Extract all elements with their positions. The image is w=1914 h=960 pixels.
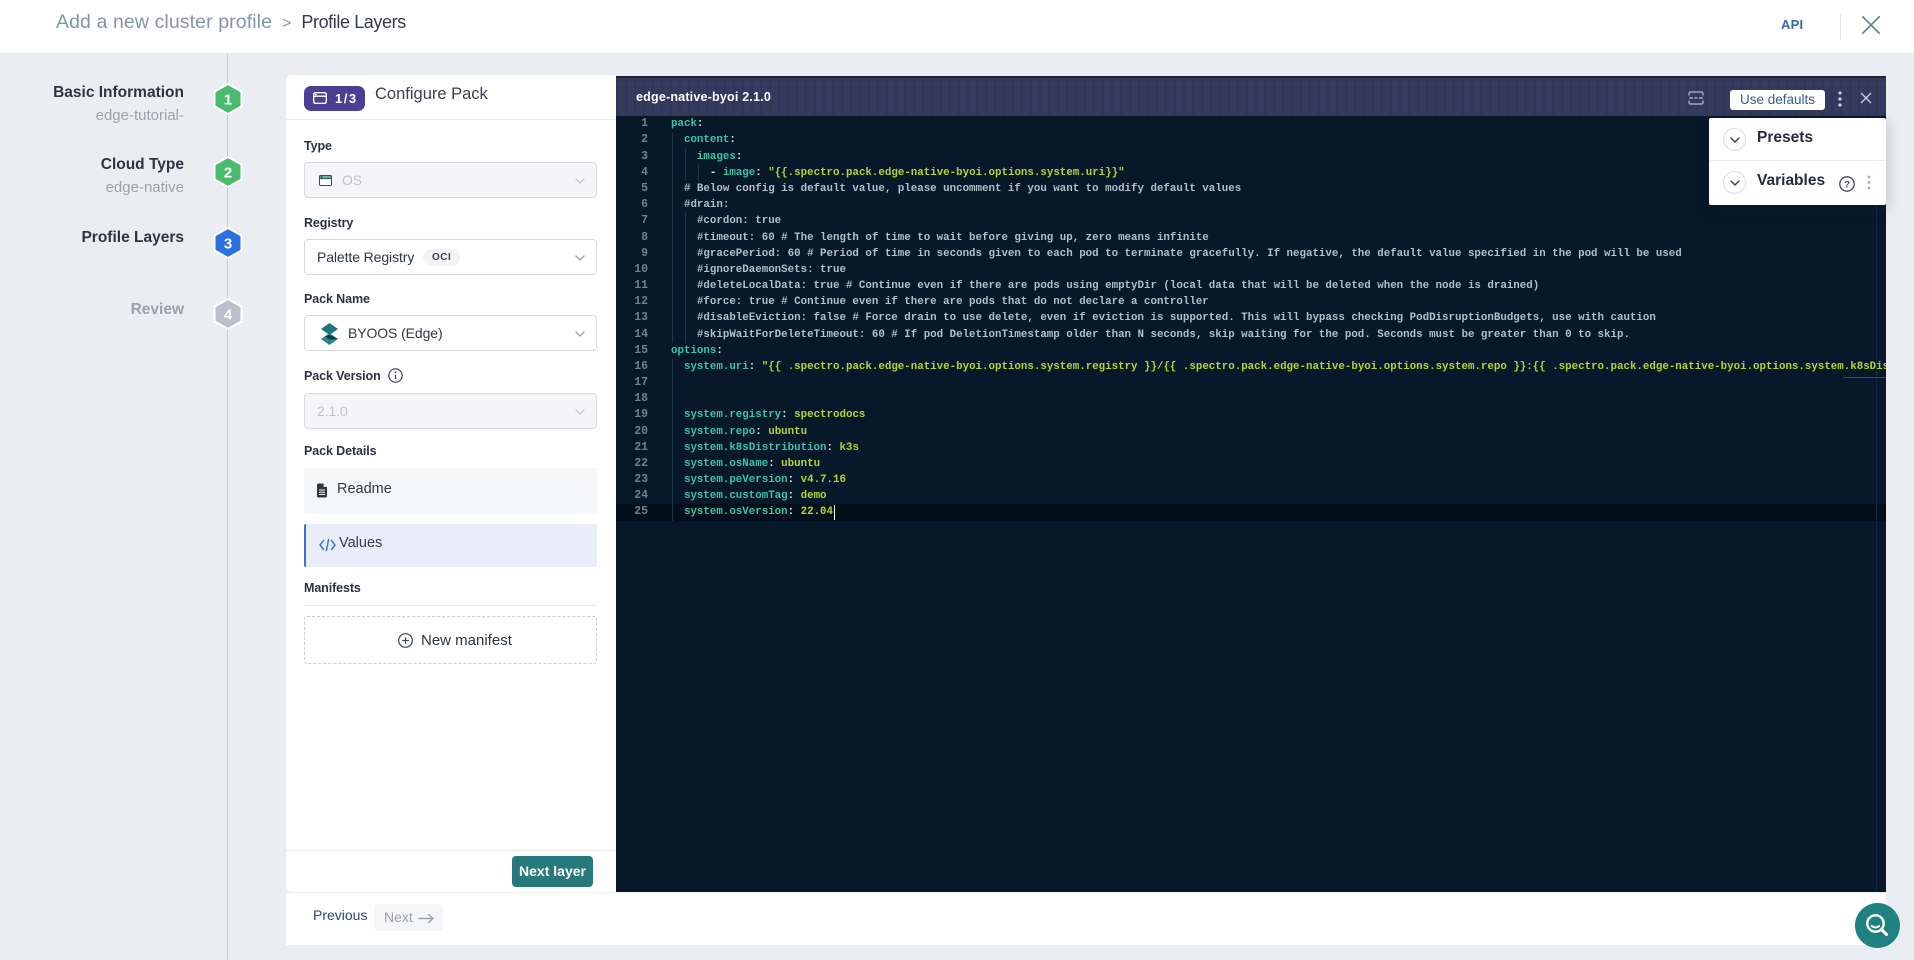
svg-text:4: 4 bbox=[224, 307, 233, 324]
svg-text:3: 3 bbox=[224, 236, 232, 253]
svg-text:?: ? bbox=[1844, 179, 1850, 190]
svg-text:2: 2 bbox=[224, 165, 232, 182]
svg-text:1: 1 bbox=[224, 92, 232, 109]
